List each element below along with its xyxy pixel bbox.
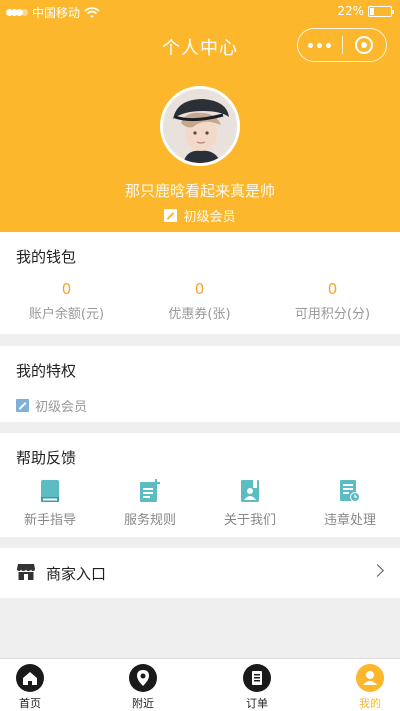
coupon-label: 优惠券(张) (168, 307, 231, 322)
close-circle-icon[interactable] (342, 29, 386, 61)
contact-book-icon (239, 479, 261, 503)
avatar[interactable] (160, 86, 240, 166)
tab-orders[interactable]: 订单 (207, 664, 307, 711)
help-feedback-section: 帮助反馈 新手指导 服务规则 关于我们 违章处理 (0, 433, 400, 537)
tab-home[interactable]: 首页 (0, 664, 80, 711)
help-item-label: 新手指导 (23, 513, 76, 528)
balance-label: 账户余额(元) (28, 307, 105, 322)
privileges-section: 我的特权 初级会员 (0, 346, 400, 422)
wallet-title: 我的钱包 (16, 248, 77, 266)
profile-header: 中国移动 22% 个人中心 那只鹿晗看起来真是帅 初级会员 (0, 0, 400, 232)
help-item-label: 关于我们 (223, 513, 276, 528)
book-icon (39, 479, 61, 503)
tab-label: 我的 (359, 697, 381, 710)
member-level: 初级会员 (0, 206, 400, 225)
balance-value: 0 (61, 280, 72, 298)
tab-mine[interactable]: 我的 (320, 664, 400, 711)
coupon-cell[interactable]: 0 优惠券(张) (133, 280, 266, 322)
wifi-icon (84, 6, 100, 18)
store-icon (16, 562, 36, 582)
tab-label: 订单 (246, 697, 268, 710)
help-item-label: 服务规则 (123, 513, 176, 528)
tab-label: 首页 (19, 697, 41, 710)
coupon-value: 0 (194, 280, 205, 298)
document-add-icon (139, 479, 161, 503)
tab-nearby[interactable]: 附近 (93, 664, 193, 711)
points-cell[interactable]: 0 可用积分(分) (266, 280, 399, 322)
points-value: 0 (327, 280, 338, 298)
more-icon[interactable] (298, 29, 342, 61)
home-icon (16, 664, 44, 692)
points-label: 可用积分(分) (294, 307, 371, 322)
username: 那只鹿晗看起来真是帅 (124, 182, 275, 200)
merchant-entry-label: 商家入口 (46, 565, 107, 583)
tab-bar: 首页 附近 订单 我的 (0, 658, 400, 711)
help-title: 帮助反馈 (16, 449, 77, 467)
merchant-entry[interactable]: 商家入口 (0, 548, 400, 598)
privilege-level-label: 初级会员 (35, 400, 88, 415)
privilege-level[interactable]: 初级会员 (16, 396, 87, 415)
help-item-about-us[interactable]: 关于我们 (200, 479, 300, 528)
member-level-label: 初级会员 (183, 210, 236, 225)
help-item-label: 违章处理 (323, 513, 376, 528)
help-item-beginner-guide[interactable]: 新手指导 (0, 479, 100, 528)
battery-percent: 22% (337, 4, 364, 18)
document-clock-icon (339, 479, 361, 503)
signal-icon (6, 8, 28, 17)
location-pin-icon (129, 664, 157, 692)
privileges-title: 我的特权 (16, 362, 77, 380)
user-icon (356, 664, 384, 692)
order-list-icon (243, 664, 271, 692)
status-bar: 中国移动 22% (0, 0, 400, 22)
chevron-right-icon (371, 564, 384, 577)
member-badge-icon (16, 399, 29, 412)
miniprogram-capsule (297, 28, 387, 62)
battery-icon (368, 5, 394, 17)
member-badge-icon (164, 209, 178, 222)
balance-cell[interactable]: 0 账户余额(元) (0, 280, 133, 322)
wallet-section: 我的钱包 0 账户余额(元) 0 优惠券(张) 0 可用积分(分) (0, 232, 400, 334)
tab-label: 附近 (132, 697, 154, 710)
help-item-service-rules[interactable]: 服务规则 (100, 479, 200, 528)
help-item-violation[interactable]: 违章处理 (300, 479, 400, 528)
carrier-name: 中国移动 (32, 6, 81, 20)
